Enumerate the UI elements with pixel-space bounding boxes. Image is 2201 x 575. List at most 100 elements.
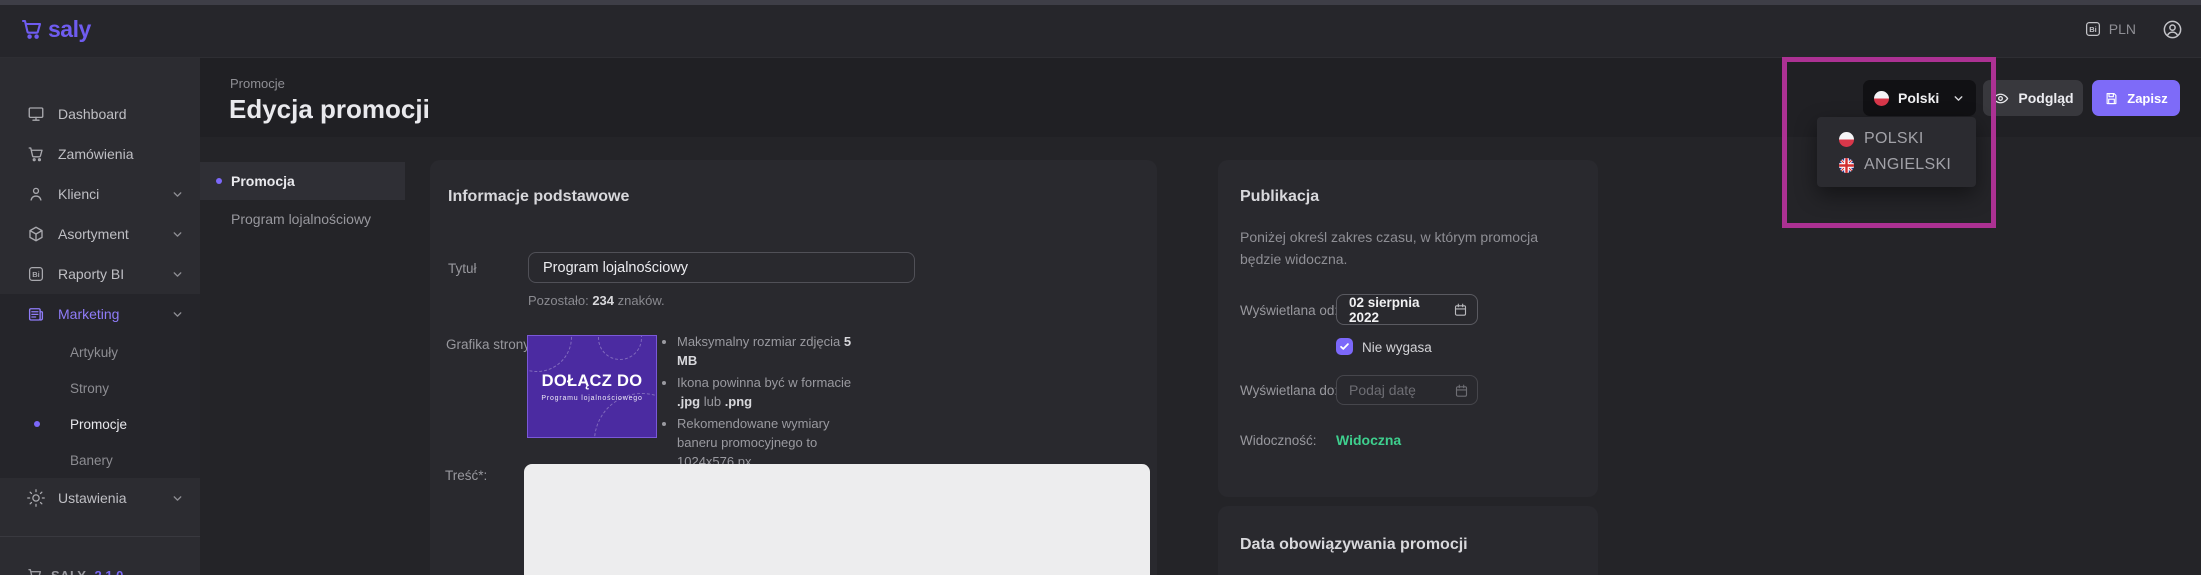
- subitem-label: Promocje: [70, 417, 127, 432]
- section-title: Publikacja: [1240, 188, 1319, 206]
- preview-button[interactable]: Podgląd: [1983, 80, 2083, 116]
- news-icon: [27, 305, 45, 323]
- save-button[interactable]: Zapisz: [2092, 80, 2180, 116]
- logo-text: saly: [48, 16, 91, 43]
- content-field-label: Treść*:: [445, 468, 487, 483]
- sidebar-item-label: Marketing: [58, 306, 119, 322]
- publication-card: Publikacja Poniżej określ zakres czasu, …: [1218, 160, 1598, 497]
- chevron-down-icon: [171, 492, 184, 505]
- save-label: Zapisz: [2127, 91, 2167, 106]
- banner-decor-circle: [527, 335, 572, 372]
- preview-label: Podgląd: [2018, 90, 2073, 106]
- calendar-icon[interactable]: [1454, 383, 1469, 398]
- footer-brand: SALY: [51, 568, 86, 575]
- box-icon: [27, 225, 45, 243]
- sidebar-subitem-banery[interactable]: Banery: [0, 442, 200, 478]
- active-dot: [216, 178, 222, 184]
- floppy-save-icon: [2104, 91, 2119, 106]
- subitem-label: Banery: [70, 453, 113, 468]
- gear-icon: [27, 489, 45, 507]
- sidebar-item-label: Klienci: [58, 186, 99, 202]
- poland-flag-icon: [1839, 132, 1854, 147]
- banner-image-preview[interactable]: DOŁĄCZ DO Programu lojalnościowego: [527, 335, 657, 438]
- subitem-label: Artykuły: [70, 345, 118, 360]
- chevron-down-icon: [171, 188, 184, 201]
- language-option-polski[interactable]: POLSKI: [1817, 126, 1976, 152]
- characters-remaining: Pozostało: 234 znaków.: [528, 293, 665, 308]
- sidebar-item-label: Raporty BI: [58, 266, 124, 282]
- sidebar-subitem-artykuly[interactable]: Artykuły: [0, 334, 200, 370]
- chevron-down-icon: [171, 268, 184, 281]
- sidebar-item-label: Ustawienia: [58, 490, 126, 506]
- app-logo[interactable]: saly: [20, 0, 91, 58]
- app-screen: saly Bi PLN Dashboard Zamówienia: [0, 0, 2201, 575]
- requirement-item: Maksymalny rozmiar zdjęcia 5 MB: [677, 332, 852, 370]
- requirement-item: Ikona powinna być w formacie .jpg lub .p…: [677, 373, 852, 411]
- displayed-from-date-picker[interactable]: 02 sierpnia 2022: [1336, 294, 1478, 325]
- graphic-field-label: Grafika strony*:: [446, 337, 539, 352]
- sidebar-subitem-strony[interactable]: Strony: [0, 370, 200, 406]
- bi-badge-icon: Bi: [2084, 20, 2102, 38]
- displayed-to-label: Wyświetlana do:: [1240, 383, 1338, 398]
- promotion-tabs: Promocja Program lojalnościowy: [200, 162, 405, 238]
- banner-subheading: Programu lojalnościowego: [541, 395, 642, 402]
- sidebar-nav: Dashboard Zamówienia Klienci Asortyment …: [0, 58, 200, 537]
- publication-description: Poniżej określ zakres czasu, w którym pr…: [1240, 226, 1572, 270]
- monitor-icon: [27, 105, 45, 123]
- sidebar-divider: [0, 536, 200, 537]
- chevron-down-icon: [1952, 92, 1965, 105]
- title-field-label: Tytuł: [448, 261, 477, 276]
- sidebar-item-asortyment[interactable]: Asortyment: [0, 214, 200, 254]
- sidebar-item-label: Zamówienia: [58, 146, 133, 162]
- banner-decor-circle: [598, 335, 642, 360]
- breadcrumb: Promocje: [230, 76, 285, 91]
- cart-icon: [27, 567, 43, 575]
- page-title: Edycja promocji: [229, 94, 430, 125]
- sidebar-item-dashboard[interactable]: Dashboard: [0, 94, 200, 134]
- tab-program-lojalnosciowy[interactable]: Program lojalnościowy: [200, 200, 405, 238]
- sidebar-item-klienci[interactable]: Klienci: [0, 174, 200, 214]
- bi-badge-icon: Bi: [27, 265, 45, 283]
- window-top-strip: [0, 0, 2201, 5]
- no-expiry-checkbox[interactable]: [1336, 338, 1353, 355]
- visibility-label: Widoczność:: [1240, 433, 1317, 448]
- section-title: Data obowiązywania promocji: [1240, 536, 1468, 554]
- calendar-icon: [1453, 302, 1468, 317]
- check-icon: [1339, 341, 1350, 352]
- sidebar-item-zamowienia[interactable]: Zamówienia: [0, 134, 200, 174]
- account-button[interactable]: [2162, 19, 2183, 40]
- currency-selector[interactable]: Bi PLN: [2084, 20, 2136, 38]
- sidebar-item-label: Asortyment: [58, 226, 129, 242]
- tab-promocja[interactable]: Promocja: [200, 162, 405, 200]
- sidebar-item-raporty-bi[interactable]: Bi Raporty BI: [0, 254, 200, 294]
- tab-label: Promocja: [231, 173, 295, 189]
- chevron-down-icon: [171, 228, 184, 241]
- chevron-down-icon: [171, 308, 184, 321]
- no-expiry-label: Nie wygasa: [1362, 340, 1432, 355]
- subitem-label: Strony: [70, 381, 109, 396]
- language-option-angielski[interactable]: ANGIELSKI: [1817, 152, 1976, 178]
- eye-icon: [1992, 90, 2009, 107]
- banner-heading: DOŁĄCZ DO: [542, 372, 643, 391]
- language-option-label: ANGIELSKI: [1864, 156, 1951, 174]
- currency-code: PLN: [2109, 21, 2136, 37]
- promotion-validity-card: Data obowiązywania promocji: [1218, 506, 1598, 575]
- displayed-to-field: [1336, 375, 1478, 405]
- svg-text:Bi: Bi: [32, 270, 40, 279]
- svg-text:Bi: Bi: [2089, 25, 2097, 34]
- topbar: saly Bi PLN: [0, 0, 2201, 58]
- sidebar-item-ustawienia[interactable]: Ustawienia: [0, 478, 200, 518]
- title-input[interactable]: [528, 252, 915, 283]
- language-selected-label: Polski: [1898, 90, 1939, 106]
- sidebar-item-label: Dashboard: [58, 106, 127, 122]
- image-requirements-list: Maksymalny rozmiar zdjęcia 5 MB Ikona po…: [662, 332, 852, 474]
- basic-info-card: Informacje podstawowe Tytuł Pozostało: 2…: [430, 160, 1157, 575]
- poland-flag-icon: [1874, 91, 1889, 106]
- content-editor[interactable]: [524, 464, 1150, 575]
- uk-flag-icon: [1839, 158, 1854, 173]
- language-selector-button[interactable]: Polski: [1863, 80, 1976, 116]
- language-dropdown: POLSKI ANGIELSKI: [1817, 117, 1976, 187]
- sidebar-item-marketing[interactable]: Marketing: [0, 294, 200, 334]
- cart-icon: [20, 17, 44, 41]
- sidebar-subitem-promocje[interactable]: Promocje: [0, 406, 200, 442]
